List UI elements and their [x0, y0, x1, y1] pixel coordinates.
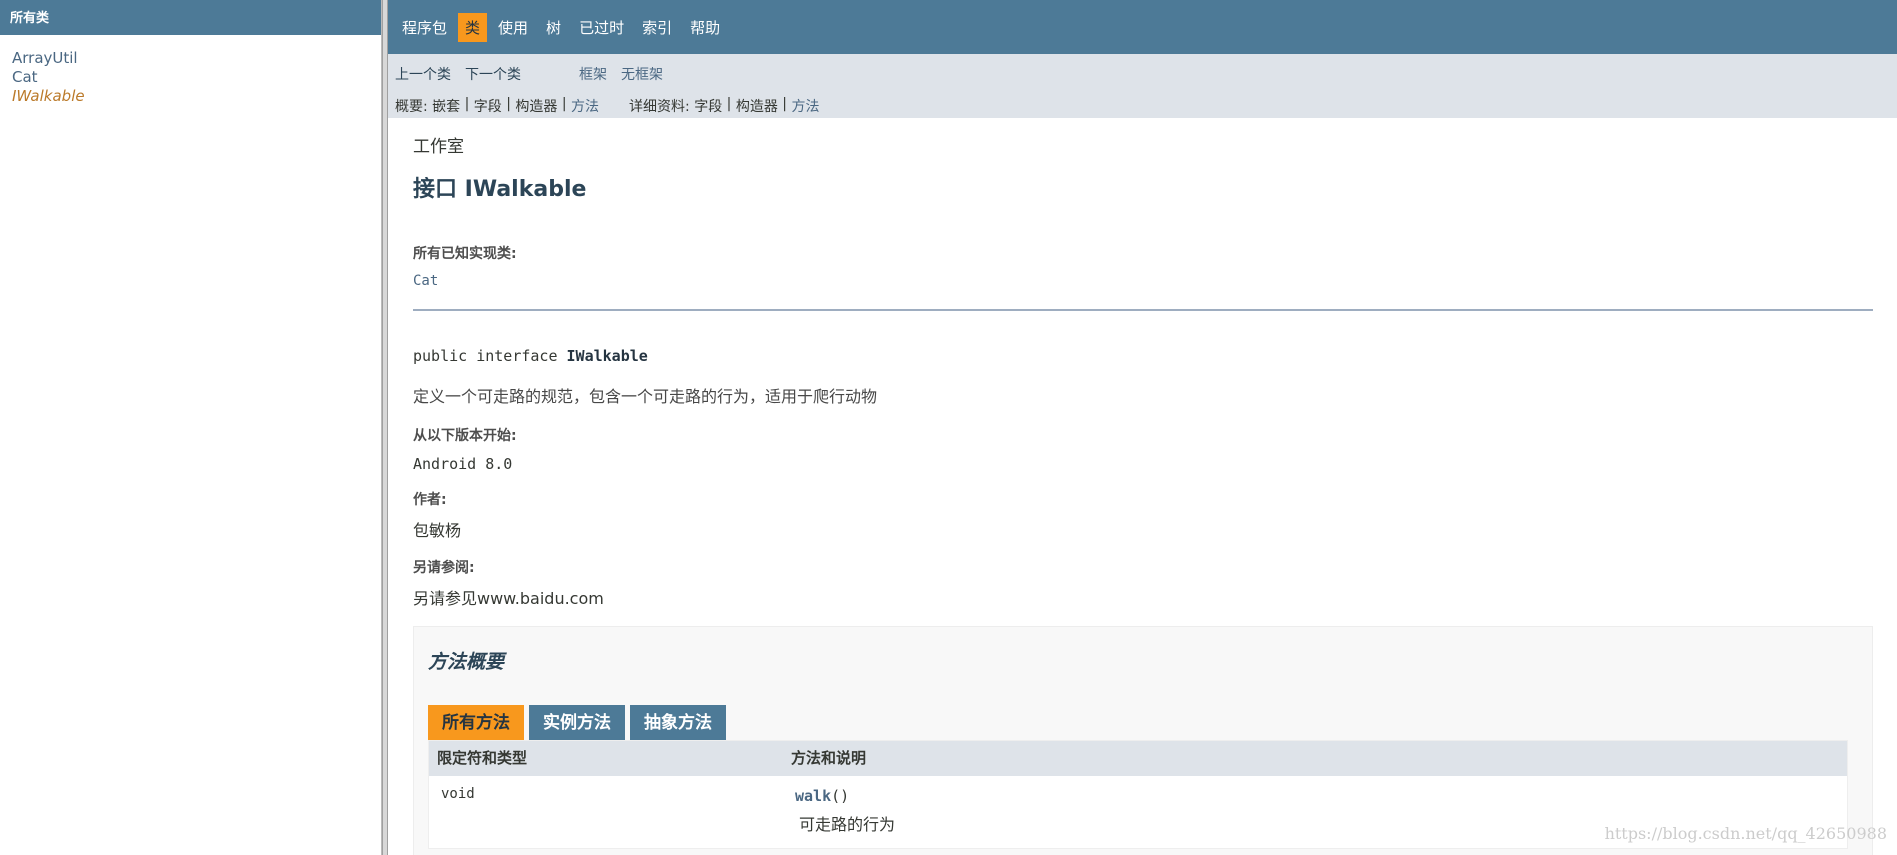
subnav-row-prev-next: 上一个类 下一个类 框架 无框架 [395, 64, 663, 84]
method-tabs: 所有方法 实例方法 抽象方法 [428, 705, 726, 740]
method-description: 可走路的行为 [799, 815, 896, 834]
tab-all-methods[interactable]: 所有方法 [428, 705, 524, 740]
watermark: https://blog.csdn.net/qq_42650988 [1604, 824, 1887, 843]
summary-sep-1: | [460, 96, 474, 112]
no-frames-link[interactable]: 无框架 [621, 64, 663, 84]
summary-method-link[interactable]: 方法 [571, 96, 599, 116]
package-label: 工作室 [413, 137, 464, 157]
col-header-method: 方法和说明 [791, 749, 867, 767]
method-modifier: void [441, 786, 475, 802]
class-link-cat[interactable]: Cat [12, 68, 381, 87]
implementing-classes-label: 所有已知实现类: [413, 246, 517, 262]
detail-sep-2: | [777, 96, 792, 112]
since-value: Android 8.0 [413, 455, 513, 473]
method-walk-link[interactable]: walk [795, 787, 831, 805]
decl-name: IWalkable [566, 347, 648, 365]
nav-class: 类 [458, 12, 488, 42]
tab-instance-methods[interactable]: 实例方法 [529, 705, 625, 740]
nav-package[interactable]: 程序包 [395, 13, 454, 42]
section-divider [413, 309, 1873, 311]
method-params: () [831, 787, 850, 805]
method-cell: walk() 可走路的行为 [795, 786, 895, 848]
summary-prefix: 概要: [395, 99, 433, 115]
summary-nested: 嵌套 [432, 99, 461, 115]
summary-ctor: 构造器 [515, 99, 558, 115]
all-classes-frame: 所有类 ArrayUtil Cat IWalkable [0, 0, 382, 855]
nav-tree[interactable]: 树 [539, 13, 568, 42]
frames-link[interactable]: 框架 [579, 64, 607, 84]
class-detail-frame: 程序包 类 使用 树 已过时 索引 帮助 上一个类 下一个类 框架 无框架 概要… [388, 0, 1897, 855]
decl-prefix: public interface [413, 347, 567, 365]
page-title: 接口 IWalkable [413, 177, 587, 202]
method-signature: walk() [795, 786, 895, 805]
author-value: 包敏杨 [413, 521, 462, 540]
summary-sep-3: | [557, 96, 572, 112]
summary-field: 字段 [473, 99, 502, 115]
all-classes-header: 所有类 [0, 0, 381, 35]
class-content: 工作室 接口 IWalkable 所有已知实现类: Cat public int… [388, 118, 1897, 609]
subnav-row-summary-detail: 概要: 嵌套 | 字段 | 构造器 | 方法 详细资料: 字段 | 构造器 | … [395, 96, 819, 116]
next-class-link[interactable]: 下一个类 [465, 64, 521, 84]
method-table-header: 限定符和类型 方法和说明 [429, 741, 1847, 776]
class-list: ArrayUtil Cat IWalkable [0, 49, 381, 106]
interface-declaration: public interface IWalkable [413, 347, 1897, 365]
see-also-value: 另请参见www.baidu.com [413, 585, 1897, 609]
nav-use[interactable]: 使用 [491, 13, 535, 42]
since-label: 从以下版本开始: [413, 428, 517, 444]
detail-field: 字段 [694, 99, 723, 115]
detail-method-link[interactable]: 方法 [791, 96, 819, 116]
nav-deprecated[interactable]: 已过时 [572, 13, 631, 42]
detail-sep-1: | [722, 96, 736, 112]
nav-help[interactable]: 帮助 [683, 13, 727, 42]
tab-abstract-methods[interactable]: 抽象方法 [630, 705, 726, 740]
detail-prefix: 详细资料: [629, 99, 695, 115]
author-label: 作者: [413, 492, 447, 508]
see-also-text: 另请参见www.baidu.com [413, 589, 604, 608]
top-nav-bar: 程序包 类 使用 树 已过时 索引 帮助 [388, 0, 1897, 54]
summary-sep-2: | [501, 96, 516, 112]
subnav-spacer [535, 64, 565, 84]
detail-ctor: 构造器 [735, 99, 778, 115]
col-header-modifier: 限定符和类型 [437, 749, 528, 767]
see-also-label: 另请参阅: [413, 560, 475, 576]
method-summary-title: 方法概要 [428, 651, 505, 673]
prev-class-link[interactable]: 上一个类 [395, 64, 451, 84]
implementing-class-cat-link[interactable]: Cat [413, 273, 1897, 289]
class-link-iwalkable[interactable]: IWalkable [12, 87, 381, 106]
class-link-arrayutil[interactable]: ArrayUtil [12, 49, 381, 68]
subnav-gap [599, 96, 629, 116]
interface-description: 定义一个可走路的规范，包含一个可走路的行为，适用于爬行动物 [413, 387, 878, 406]
sub-nav-bar: 上一个类 下一个类 框架 无框架 概要: 嵌套 | 字段 | 构造器 | 方法 … [388, 54, 1897, 118]
method-summary-section: 方法概要 所有方法 实例方法 抽象方法 限定符和类型 方法和说明 void wa… [413, 626, 1873, 855]
nav-index[interactable]: 索引 [635, 13, 679, 42]
